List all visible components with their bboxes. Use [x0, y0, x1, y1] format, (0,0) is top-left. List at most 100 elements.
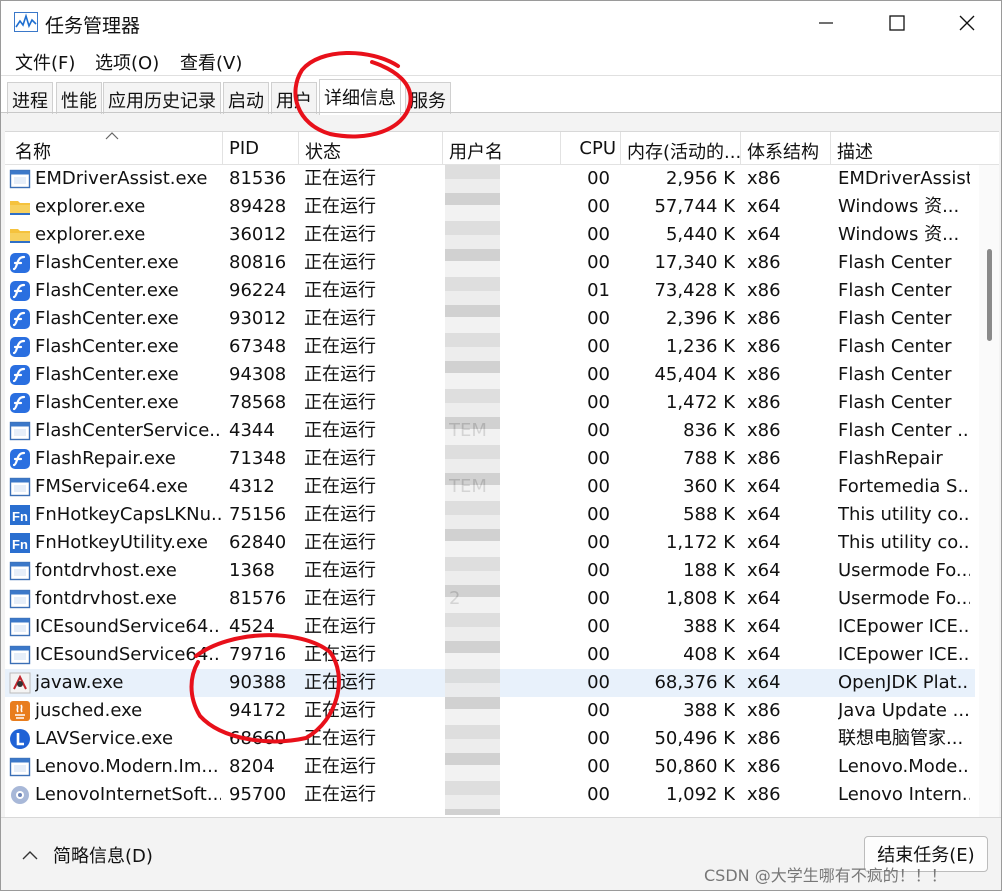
- process-architecture: x86: [747, 364, 781, 385]
- process-status: 正在运行: [304, 672, 376, 693]
- process-architecture: x86: [747, 392, 781, 413]
- process-cpu: 00: [587, 728, 610, 749]
- process-name: FnHotkeyUtility.exe: [35, 532, 208, 553]
- process-cpu: 00: [587, 504, 610, 525]
- process-name: FlashCenter.exe: [35, 336, 179, 357]
- process-description: ICEpower ICE...: [838, 644, 970, 665]
- details-list[interactable]: 名称 PID 状态 用户名 CPU 内存(活动的... 体系结构 描述 EMDr…: [5, 131, 999, 817]
- column-name[interactable]: 名称: [5, 132, 223, 165]
- process-description: Flash Center ...: [838, 420, 970, 441]
- window-icon: [9, 168, 31, 190]
- process-status: 正在运行: [304, 252, 376, 273]
- column-status[interactable]: 状态: [299, 132, 443, 165]
- process-pid: 71348: [229, 448, 287, 469]
- process-architecture: x86: [747, 336, 781, 357]
- process-cpu: 00: [587, 644, 610, 665]
- process-cpu: 00: [587, 448, 610, 469]
- process-name: FlashCenter.exe: [35, 308, 179, 329]
- process-description: Flash Center: [838, 336, 952, 357]
- vertical-scrollbar[interactable]: [979, 165, 999, 817]
- process-description: This utility co...: [838, 504, 970, 525]
- column-name-label: 名称: [15, 142, 51, 163]
- process-pid: 78568: [229, 392, 287, 413]
- maximize-button[interactable]: [862, 1, 932, 45]
- process-pid: 79716: [229, 644, 287, 665]
- window-icon: [9, 588, 31, 610]
- column-pid[interactable]: PID: [223, 132, 299, 165]
- process-status: 正在运行: [304, 700, 376, 721]
- process-name: FlashCenter.exe: [35, 364, 179, 385]
- tab-app-history[interactable]: 应用历史记录: [103, 82, 221, 114]
- process-architecture: x64: [747, 644, 781, 665]
- process-name: FnHotkeyCapsLKNu...: [35, 504, 221, 525]
- window-icon: [9, 756, 31, 778]
- column-header: 名称 PID 状态 用户名 CPU 内存(活动的... 体系结构 描述: [5, 132, 999, 165]
- tab-services[interactable]: 服务: [405, 82, 451, 114]
- menu-file[interactable]: 文件(F): [15, 49, 75, 75]
- column-cpu[interactable]: CPU: [561, 132, 621, 165]
- tab-users[interactable]: 用户: [271, 82, 317, 114]
- process-architecture: x86: [747, 308, 781, 329]
- window-title: 任务管理器: [45, 15, 141, 37]
- process-pid: 81536: [229, 168, 287, 189]
- maximize-icon: [889, 15, 905, 31]
- scrollbar-thumb[interactable]: [987, 249, 992, 341]
- tab-processes[interactable]: 进程: [7, 82, 53, 114]
- process-architecture: x86: [747, 700, 781, 721]
- process-description: Usermode Fo...: [838, 588, 970, 609]
- minimize-button[interactable]: [791, 1, 861, 45]
- flash-icon: [9, 336, 31, 358]
- process-name: jusched.exe: [35, 700, 143, 721]
- process-pid: 94308: [229, 364, 287, 385]
- process-memory: 2,396 K: [665, 308, 735, 329]
- process-description: FlashRepair: [838, 448, 943, 469]
- column-architecture[interactable]: 体系结构: [741, 132, 831, 165]
- window-icon: [9, 476, 31, 498]
- flash-icon: [9, 448, 31, 470]
- process-description: Flash Center: [838, 252, 952, 273]
- process-status: 正在运行: [304, 420, 376, 441]
- process-architecture: x86: [747, 728, 781, 749]
- process-status: 正在运行: [304, 560, 376, 581]
- tab-startup[interactable]: 启动: [223, 82, 269, 114]
- process-description: ICEpower ICE...: [838, 616, 970, 637]
- process-description: Flash Center: [838, 280, 952, 301]
- process-description: Flash Center: [838, 364, 952, 385]
- window-icon: [9, 616, 31, 638]
- menu-options[interactable]: 选项(O): [95, 49, 159, 75]
- process-cpu: 00: [587, 476, 610, 497]
- flash-icon: [9, 392, 31, 414]
- svg-text:Fn: Fn: [12, 509, 28, 524]
- process-memory: 1,172 K: [665, 532, 735, 553]
- process-name: FMService64.exe: [35, 476, 188, 497]
- process-status: 正在运行: [304, 196, 376, 217]
- process-pid: 95700: [229, 784, 287, 805]
- fewer-details-button[interactable]: 简略信息(D): [21, 842, 153, 868]
- process-description: Windows 资...: [838, 224, 960, 245]
- process-status: 正在运行: [304, 224, 376, 245]
- process-status: 正在运行: [304, 476, 376, 497]
- column-username[interactable]: 用户名: [443, 132, 561, 165]
- column-description[interactable]: 描述: [831, 132, 979, 165]
- process-pid: 4524: [229, 616, 275, 637]
- process-pid: 75156: [229, 504, 287, 525]
- gear-icon: [9, 784, 31, 806]
- process-cpu: 00: [587, 672, 610, 693]
- tab-performance[interactable]: 性能: [56, 82, 102, 114]
- process-name: fontdrvhost.exe: [35, 588, 177, 609]
- process-memory: 788 K: [683, 448, 735, 469]
- tab-divider: [1, 112, 1001, 113]
- tab-details[interactable]: 详细信息: [319, 79, 401, 115]
- column-memory[interactable]: 内存(活动的...: [621, 132, 741, 165]
- process-name: LAVService.exe: [35, 728, 174, 749]
- close-button[interactable]: [932, 1, 1002, 45]
- window-icon: [9, 420, 31, 442]
- fewer-details-label: 简略信息(D): [53, 846, 153, 867]
- fn-icon: Fn: [9, 532, 31, 554]
- process-memory: 2,956 K: [665, 168, 735, 189]
- process-memory: 188 K: [683, 560, 735, 581]
- menu-view[interactable]: 查看(V): [180, 49, 242, 75]
- process-memory: 360 K: [683, 476, 735, 497]
- title-bar[interactable]: 任务管理器: [1, 1, 1001, 45]
- process-memory: 73,428 K: [654, 280, 735, 301]
